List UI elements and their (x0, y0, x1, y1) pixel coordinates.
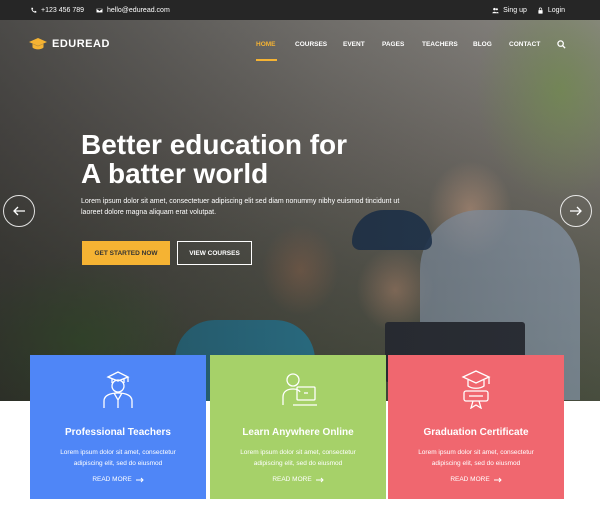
nav-teachers[interactable]: TEACHERS (422, 41, 458, 48)
login-link[interactable]: Login (537, 7, 565, 14)
slider-next-button[interactable] (560, 195, 592, 227)
feature-card-certificate[interactable]: Graduation Certificate Lorem ipsum dolor… (388, 355, 564, 499)
slider-prev-button[interactable] (3, 195, 35, 227)
signup-label: Sing up (503, 6, 527, 14)
users-icon (492, 7, 499, 13)
read-more-label: READ MORE (272, 476, 312, 483)
lock-icon (538, 7, 543, 14)
top-bar: +123 456 789 hello@eduread.com Sing up L… (0, 0, 600, 20)
nav-contact[interactable]: CONTACT (509, 41, 540, 48)
phone-number: +123 456 789 (41, 6, 85, 14)
hero-headline-line2: A batter world (81, 158, 269, 189)
nav-pages[interactable]: PAGES (382, 41, 404, 48)
view-courses-button[interactable]: VIEW COURSES (177, 241, 252, 265)
nav-home[interactable]: HOME (256, 41, 276, 48)
feature-description: Lorem ipsum dolor sit amet, consectetur … (240, 449, 356, 467)
online-learning-icon (282, 373, 317, 406)
feature-card-online[interactable]: Learn Anywhere Online Lorem ipsum dolor … (210, 355, 386, 499)
envelope-icon (96, 7, 103, 13)
login-label: Login (547, 6, 565, 14)
hero-headline: Better education for A batter world (81, 130, 411, 188)
feature-title: Professional Teachers (65, 427, 171, 438)
arrow-right-icon (135, 477, 144, 482)
hero-subtitle: Lorem ipsum dolor sit amet, consectetuer… (81, 198, 400, 216)
arrow-right-icon (570, 206, 582, 216)
read-more-label: READ MORE (92, 476, 132, 483)
brand-name: EDUREAD (52, 38, 110, 50)
nav-blog[interactable]: BLOG (473, 41, 492, 48)
teacher-icon (103, 371, 133, 408)
nav-courses[interactable]: COURSES (295, 41, 327, 48)
search-icon[interactable] (557, 40, 566, 49)
read-more-link[interactable]: READ MORE (210, 476, 386, 483)
certificate-icon (461, 370, 491, 409)
hero-headline-line1: Better education for (81, 129, 348, 160)
arrow-left-icon (13, 206, 25, 216)
feature-description: Lorem ipsum dolor sit amet, consectetur … (60, 449, 176, 467)
nav-event[interactable]: EVENT (343, 41, 365, 48)
graduation-cap-logo-icon (29, 38, 47, 50)
read-more-label: READ MORE (450, 476, 490, 483)
email-address: hello@eduread.com (107, 6, 170, 14)
feature-title: Learn Anywhere Online (242, 427, 354, 438)
feature-description: Lorem ipsum dolor sit amet, consectetur … (418, 449, 534, 467)
signup-link[interactable]: Sing up (492, 7, 527, 14)
read-more-link[interactable]: READ MORE (30, 476, 206, 483)
nav-active-indicator (256, 59, 277, 61)
arrow-right-icon (493, 477, 502, 482)
read-more-link[interactable]: READ MORE (388, 476, 564, 483)
phone-icon (31, 7, 37, 13)
get-started-button[interactable]: GET STARTED NOW (82, 241, 170, 265)
email-contact[interactable]: hello@eduread.com (96, 7, 170, 14)
arrow-right-icon (315, 477, 324, 482)
brand-logo[interactable]: EDUREAD (28, 37, 110, 51)
phone-contact[interactable]: +123 456 789 (30, 7, 84, 14)
feature-title: Graduation Certificate (423, 427, 529, 438)
feature-card-teachers[interactable]: Professional Teachers Lorem ipsum dolor … (30, 355, 206, 499)
